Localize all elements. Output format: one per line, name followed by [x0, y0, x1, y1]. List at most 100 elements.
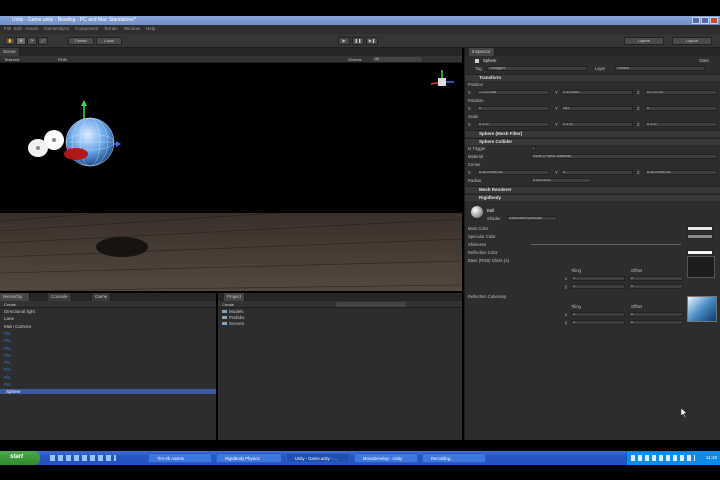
rigidbody-header[interactable]: Rigidbody [465, 194, 720, 201]
cubemap-offset-x-field[interactable]: 0 [629, 312, 683, 317]
reflection-color-swatch[interactable] [687, 250, 713, 255]
project-search-input[interactable] [336, 302, 406, 307]
is-trigger-checkbox[interactable] [531, 146, 536, 151]
hierarchy-item[interactable]: Lane [4, 316, 14, 321]
tab-project[interactable]: Project [224, 293, 246, 301]
taskbar-item-unity[interactable]: Unity - Game.unity - ... [286, 453, 350, 463]
menu-terrain[interactable]: Terrain [104, 26, 118, 31]
rotation-y-field[interactable]: 283 [561, 106, 633, 111]
folder-prefabs[interactable]: Prefabs [222, 315, 245, 320]
specular-color-label: Specular Color [468, 234, 496, 239]
center-z-field[interactable]: 8.583069e-08 [645, 170, 717, 175]
menu-assets[interactable]: Assets [25, 26, 39, 31]
hierarchy-item[interactable]: Sphere [0, 389, 216, 395]
shininess-slider[interactable] [531, 244, 681, 245]
taskbar-item-assets[interactable]: Tim-Ab Assets [148, 453, 212, 463]
scene-orientation-gizmo[interactable] [428, 68, 456, 96]
cubemap-tiling-x-field[interactable]: 1 [571, 312, 625, 317]
position-z-field[interactable]: 0.273732 [645, 90, 717, 95]
move-tool-button[interactable]: ✥ [16, 37, 26, 45]
main-color-swatch[interactable] [687, 226, 713, 231]
tab-scene[interactable]: Scene [0, 48, 20, 56]
layout-dropdown[interactable]: Layout [672, 37, 712, 45]
center-y-field[interactable]: 0 [561, 170, 633, 175]
hierarchy-create-dropdown[interactable]: Create [4, 302, 16, 307]
physic-material-field[interactable]: None (Physic Material) [531, 154, 717, 159]
transform-header[interactable]: Transform [465, 74, 720, 81]
sphere-object[interactable] [24, 100, 134, 172]
layers-dropdown[interactable]: Layers [624, 37, 664, 45]
center-x-field[interactable]: 8.583069e-08 [477, 170, 549, 175]
color-mode-dropdown[interactable]: RGB [58, 57, 67, 62]
reflection-cubemap-slot[interactable] [687, 296, 717, 322]
step-button[interactable]: ▶❚ [366, 37, 378, 45]
scale-y-field[interactable]: 0.375 [561, 122, 633, 127]
offset-x-field[interactable]: 0 [629, 276, 683, 281]
taskbar-item-monodevelop[interactable]: MonoDevelop - Unity [354, 453, 418, 463]
rotation-z-field[interactable]: 0 [645, 106, 717, 111]
scene-search-input[interactable]: All [372, 57, 422, 62]
object-active-checkbox[interactable] [475, 59, 479, 63]
taskbar-item-rigidbody[interactable]: RigidBody Physics [216, 453, 282, 463]
scale-z-field[interactable]: 0.375 [645, 122, 717, 127]
start-button[interactable]: start [0, 451, 40, 465]
close-button[interactable] [710, 17, 718, 24]
taskbar-item-recording[interactable]: Recording... [422, 453, 486, 463]
gizmos-dropdown[interactable]: Gizmos [348, 57, 362, 62]
menu-window[interactable]: Window [124, 26, 140, 31]
hierarchy-item[interactable]: Pin [4, 338, 11, 343]
position-y-field[interactable]: 0.422684 [561, 90, 633, 95]
hand-tool-button[interactable]: ✋ [5, 37, 15, 45]
maximize-button[interactable] [701, 17, 709, 24]
tab-inspector[interactable]: Inspector [469, 48, 495, 56]
position-x-field[interactable]: -1.337458 [477, 90, 549, 95]
specular-color-swatch[interactable] [687, 234, 713, 239]
menu-edit[interactable]: Edit [14, 26, 22, 31]
scene-view[interactable]: Scene Textured RGB Gizmos All [0, 48, 462, 291]
menu-component[interactable]: Component [75, 26, 98, 31]
folder-models[interactable]: Models [222, 309, 244, 314]
hierarchy-item[interactable]: Pin [4, 353, 11, 358]
hierarchy-item[interactable]: Pin [4, 375, 11, 380]
hierarchy-item[interactable]: Pin [4, 367, 11, 372]
mesh-filter-header[interactable]: Sphere (Mesh Filter) [465, 130, 720, 137]
tab-game[interactable]: Game [92, 293, 112, 301]
radius-field[interactable]: 0.5000001 [531, 178, 591, 183]
rotation-x-field[interactable]: 0 [477, 106, 549, 111]
static-checkbox[interactable]: Static [699, 58, 709, 63]
menu-help[interactable]: Help [146, 26, 155, 31]
tab-hierarchy[interactable]: Hierarchy [0, 293, 30, 301]
object-name-field[interactable]: Sphere [483, 58, 497, 63]
tiling-y-field[interactable]: 1 [571, 284, 625, 289]
mesh-renderer-header[interactable]: Mesh Renderer [465, 186, 720, 193]
base-texture-slot[interactable] [687, 256, 715, 278]
hierarchy-item[interactable]: Directional light [4, 309, 35, 314]
hierarchy-item[interactable]: Pin [4, 346, 11, 351]
folder-scenes[interactable]: Scenes [222, 321, 244, 326]
rotate-tool-button[interactable]: ⟳ [27, 37, 37, 45]
menu-gameobject[interactable]: GameObject [44, 26, 69, 31]
shader-dropdown[interactable]: Reflective/Specular [507, 216, 557, 221]
tab-console[interactable]: Console [48, 293, 72, 301]
sphere-collider-header[interactable]: Sphere Collider [465, 138, 720, 145]
play-button[interactable]: ▶ [338, 37, 350, 45]
hierarchy-item[interactable]: Main Camera [4, 324, 31, 329]
minimize-button[interactable] [692, 17, 700, 24]
cubemap-tiling-y-field[interactable]: 1 [571, 320, 625, 325]
pause-button[interactable]: ❚❚ [352, 37, 364, 45]
menu-file[interactable]: File [4, 26, 11, 31]
project-create-dropdown[interactable]: Create [222, 302, 234, 307]
scale-x-field[interactable]: 0.375 [477, 122, 549, 127]
space-toggle-button[interactable]: Local [96, 37, 122, 45]
tiling-x-field[interactable]: 1 [571, 276, 625, 281]
hierarchy-item[interactable]: Pin [4, 382, 11, 387]
layer-dropdown[interactable]: Default [615, 66, 705, 71]
cubemap-offset-y-field[interactable]: 0 [629, 320, 683, 325]
scale-tool-button[interactable]: ⤢ [38, 37, 48, 45]
hierarchy-item[interactable]: Pin [4, 331, 11, 336]
pivot-toggle-button[interactable]: Center [68, 37, 94, 45]
tag-dropdown[interactable]: Untagged [487, 66, 587, 71]
render-mode-dropdown[interactable]: Textured [4, 57, 19, 62]
offset-y-field[interactable]: 0 [629, 284, 683, 289]
hierarchy-item[interactable]: Pin [4, 360, 11, 365]
